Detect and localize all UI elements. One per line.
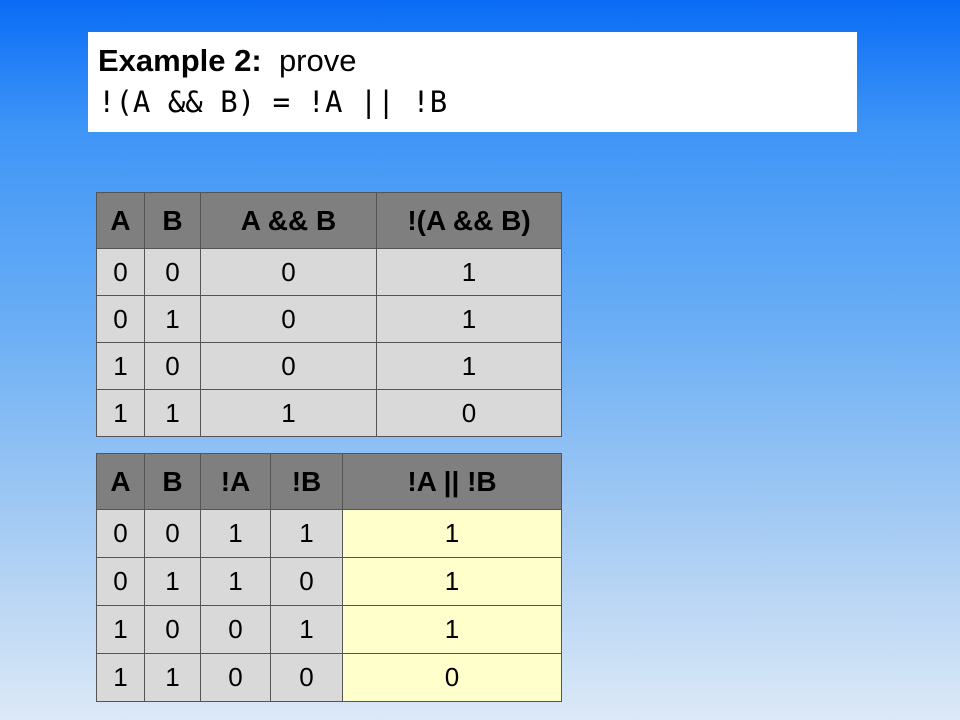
table-cell: 1 [270, 605, 343, 654]
table-cell: 1 [96, 389, 145, 437]
table-row: 1 0 0 1 1 [96, 605, 562, 654]
table-cell: 1 [376, 295, 562, 343]
table-row: 1 1 0 0 0 [96, 653, 562, 702]
table-cell: 0 [96, 248, 145, 296]
table-cell: 1 [376, 342, 562, 390]
table-cell: 1 [200, 509, 271, 558]
table-cell: 0 [96, 509, 145, 558]
highlighted-result-cell: 1 [342, 605, 562, 654]
table-cell: 1 [144, 295, 201, 343]
table-cell: 0 [200, 653, 271, 702]
table-cell: 0 [96, 557, 145, 606]
header-cell: !A || !B [342, 453, 562, 510]
table-cell: 0 [144, 248, 201, 296]
table-cell: 0 [200, 605, 271, 654]
table-cell: 0 [376, 389, 562, 437]
header-cell: B [144, 453, 201, 510]
table-row: 0 0 1 1 1 [96, 509, 562, 558]
table-cell: 1 [270, 509, 343, 558]
table-cell: 0 [144, 342, 201, 390]
table-cell: 1 [200, 389, 377, 437]
table-cell: 0 [96, 295, 145, 343]
header-cell: B [144, 192, 201, 249]
truth-table-or-of-negations: A B !A !B !A || !B 0 0 1 1 1 0 1 1 0 1 1… [96, 453, 562, 702]
table-row: 0 1 1 0 1 [96, 557, 562, 606]
title-rest: prove [278, 43, 357, 78]
table-header-row: A B A && B !(A && B) [96, 192, 562, 249]
title-heading: Example 2: prove [98, 42, 847, 80]
title-box: Example 2: prove !(A && B) = !A || !B [88, 32, 857, 132]
table-cell: 1 [96, 653, 145, 702]
table-cell: 1 [96, 605, 145, 654]
table-cell: 1 [376, 248, 562, 296]
header-cell: A [96, 192, 145, 249]
table-cell: 1 [144, 653, 201, 702]
highlighted-result-cell: 1 [342, 509, 562, 558]
table-row: 0 0 0 1 [96, 248, 562, 296]
table-header-row: A B !A !B !A || !B [96, 453, 562, 510]
table-cell: 1 [200, 557, 271, 606]
header-cell: !A [200, 453, 271, 510]
title-expression: !(A && B) = !A || !B [98, 85, 448, 119]
table-cell: 1 [96, 342, 145, 390]
header-cell: A && B [200, 192, 377, 249]
table-row: 0 1 0 1 [96, 295, 562, 343]
header-cell: !(A && B) [376, 192, 562, 249]
table-cell: 0 [200, 248, 377, 296]
table-cell: 0 [270, 653, 343, 702]
table-row: 1 0 0 1 [96, 342, 562, 390]
table-cell: 1 [144, 557, 201, 606]
table-cell: 0 [200, 295, 377, 343]
table-cell: 0 [144, 605, 201, 654]
header-cell: !B [270, 453, 343, 510]
table-cell: 0 [200, 342, 377, 390]
truth-table-and-negation: A B A && B !(A && B) 0 0 0 1 0 1 0 1 1 0… [96, 192, 562, 437]
table-row: 1 1 1 0 [96, 389, 562, 437]
title-bold: Example 2: [98, 43, 262, 78]
table-cell: 1 [144, 389, 201, 437]
table-cell: 0 [270, 557, 343, 606]
highlighted-result-cell: 1 [342, 557, 562, 606]
table-cell: 0 [144, 509, 201, 558]
header-cell: A [96, 453, 145, 510]
highlighted-result-cell: 0 [342, 653, 562, 702]
